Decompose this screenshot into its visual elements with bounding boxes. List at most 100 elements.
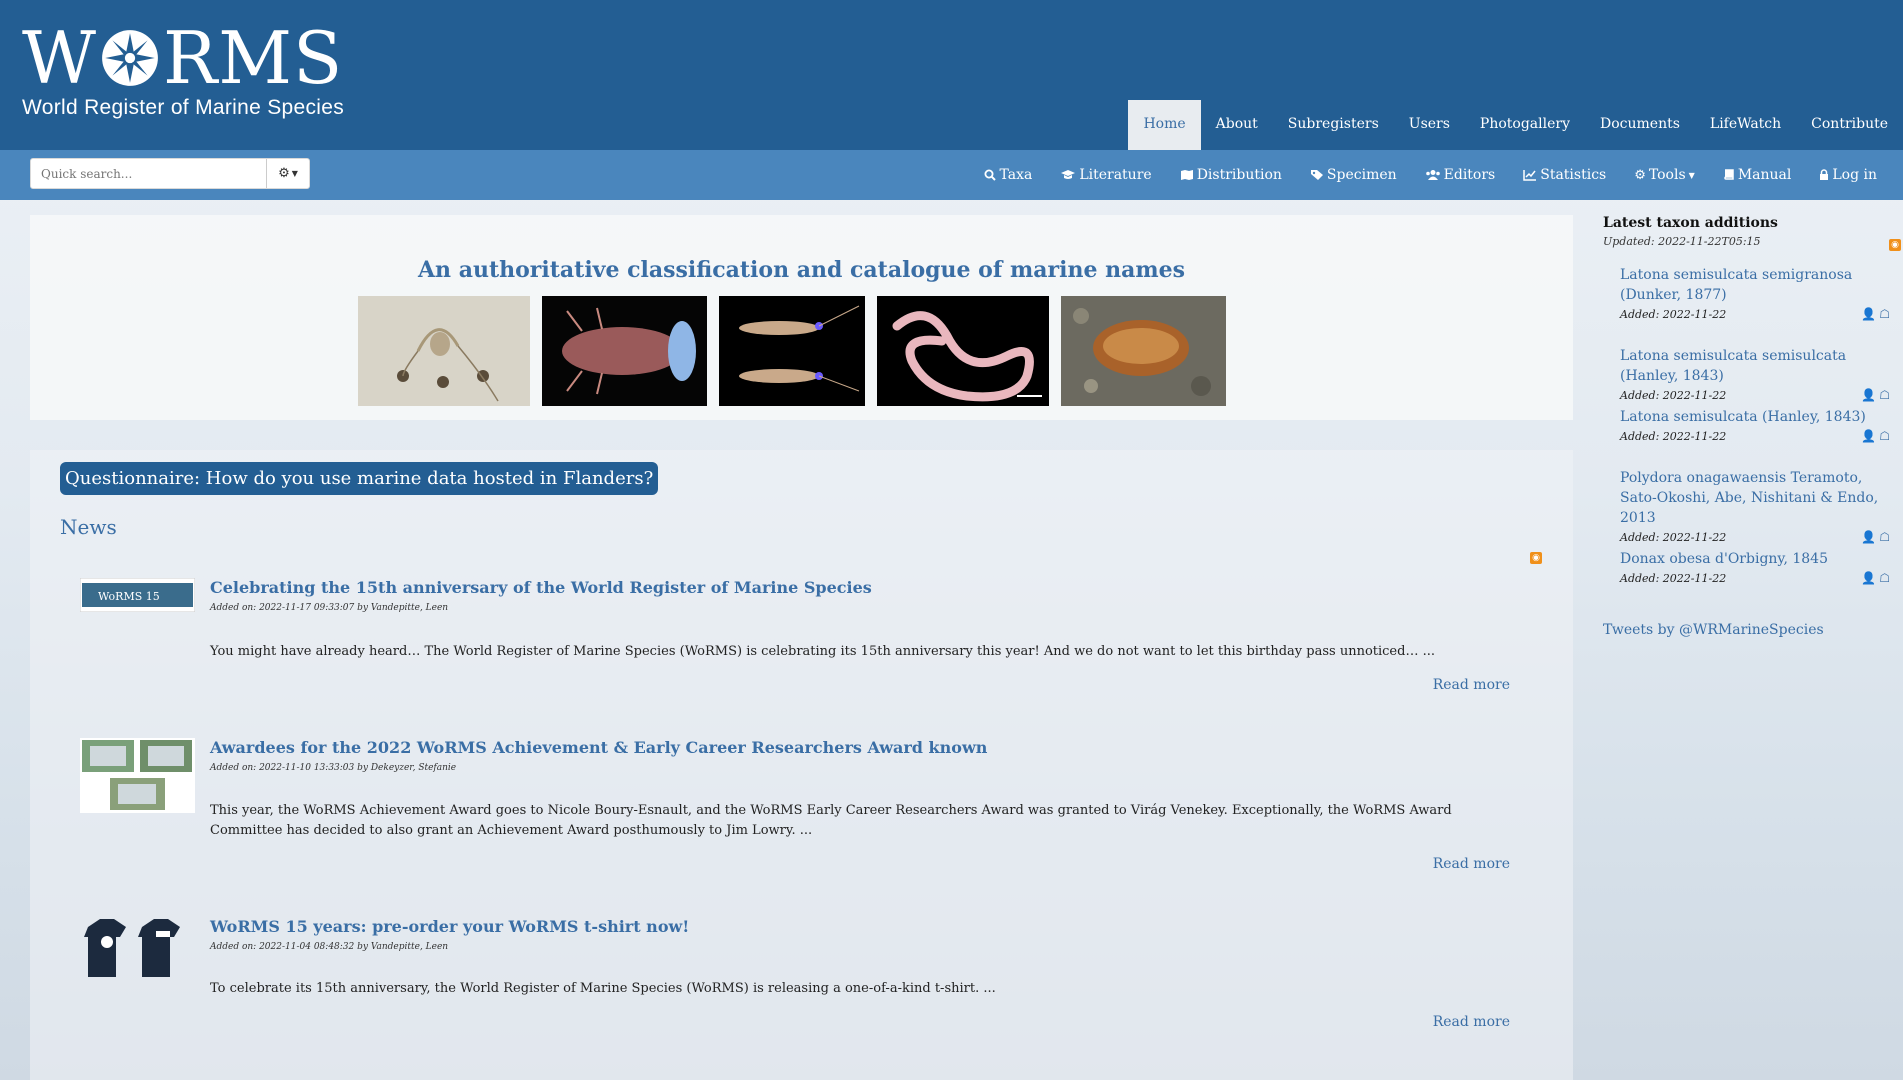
toolbar-taxa[interactable]: Taxa xyxy=(970,167,1046,183)
read-more-link[interactable]: Read more xyxy=(1433,856,1510,872)
search-options-button[interactable]: ⚙ ▼ xyxy=(266,159,309,188)
person-icon[interactable]: 👤 xyxy=(1861,429,1876,443)
taxa-rss-icon[interactable]: ◉ xyxy=(1889,239,1901,251)
taxon-actions: 👤 ☖ xyxy=(1861,429,1890,443)
worms-logo[interactable]: W RMS World Register of Marine Species xyxy=(22,22,344,120)
sitemap-icon[interactable]: ☖ xyxy=(1879,571,1890,585)
toolbar-distribution[interactable]: Distribution xyxy=(1166,167,1296,183)
taxon-link[interactable]: Latona semisulcata semisulcata (Hanley, … xyxy=(1620,346,1890,386)
sidebar-updated: Updated: 2022-11-22T05:15 xyxy=(1603,235,1761,248)
toolbar-specimen[interactable]: Specimen xyxy=(1296,167,1411,183)
logo-wordmark: W RMS xyxy=(22,22,344,94)
taxon-added: Added: 2022-11-22 xyxy=(1620,572,1727,585)
nav-photogallery[interactable]: Photogallery xyxy=(1465,100,1585,150)
news-rss-icon[interactable]: ◉ xyxy=(1530,552,1542,564)
toolbar-tools[interactable]: ⚙ Tools ▼ xyxy=(1620,167,1709,183)
hero-panel: An authoritative classification and cata… xyxy=(30,215,1573,420)
read-more-link[interactable]: Read more xyxy=(1433,677,1510,693)
article-thumbnail[interactable] xyxy=(80,917,195,982)
article-excerpt: To celebrate its 15th anniversary, the W… xyxy=(210,981,996,996)
nav-subregisters[interactable]: Subregisters xyxy=(1273,100,1394,150)
map-icon xyxy=(1180,170,1193,180)
tweets-link[interactable]: Tweets by @WRMarineSpecies xyxy=(1603,622,1824,638)
toolbar-literature-label: Literature xyxy=(1079,167,1152,183)
taxon-actions: 👤 ☖ xyxy=(1861,307,1890,321)
toolbar-literature[interactable]: Literature xyxy=(1046,167,1165,183)
person-icon[interactable]: 👤 xyxy=(1861,530,1876,544)
toolbar-distribution-label: Distribution xyxy=(1196,167,1282,183)
toolbar-login[interactable]: Log in xyxy=(1805,167,1891,183)
toolbar-taxa-label: Taxa xyxy=(999,167,1033,183)
lobster-photo[interactable] xyxy=(542,296,707,406)
news-panel: Questionnaire: How do you use marine dat… xyxy=(30,450,1573,1080)
toolbar-login-label: Log in xyxy=(1832,167,1877,183)
taxon-link[interactable]: Latona semisulcata semigranosa (Dunker, … xyxy=(1620,265,1890,305)
shrimp-photo[interactable] xyxy=(719,296,865,406)
site-header: W RMS World Register of Marine Species H… xyxy=(0,0,1903,150)
taxon-item: Latona semisulcata (Hanley, 1843) Added:… xyxy=(1620,407,1890,443)
article-title[interactable]: Celebrating the 15th anniversary of the … xyxy=(210,578,872,597)
taxon-actions: 👤 ☖ xyxy=(1861,388,1890,402)
toolbar: ⚙▼ Taxa Literature Distribution Specimen… xyxy=(0,150,1903,200)
quick-search: ⚙▼ xyxy=(30,158,310,189)
article-title[interactable]: Awardees for the 2022 WoRMS Achievement … xyxy=(210,738,987,757)
nav-home[interactable]: Home xyxy=(1128,100,1201,150)
search-input[interactable] xyxy=(31,159,266,188)
person-icon[interactable]: 👤 xyxy=(1861,388,1876,402)
nav-about[interactable]: About xyxy=(1201,100,1273,150)
article-meta: Added on: 2022-11-17 09:33:07 by Vandepi… xyxy=(210,603,449,613)
sitemap-icon[interactable]: ☖ xyxy=(1879,429,1890,443)
worm-photo[interactable] xyxy=(877,296,1049,406)
caret-down-icon: ▼ xyxy=(1688,170,1695,180)
caret-down-icon: ▼ xyxy=(291,169,298,178)
person-icon[interactable]: 👤 xyxy=(1861,571,1876,585)
article-meta: Added on: 2022-11-04 08:48:32 by Vandepi… xyxy=(210,942,449,952)
nav-documents[interactable]: Documents xyxy=(1585,100,1695,150)
logo-subtitle: World Register of Marine Species xyxy=(22,96,345,119)
toolbar-statistics-label: Statistics xyxy=(1540,167,1607,183)
nav-contribute[interactable]: Contribute xyxy=(1796,100,1903,150)
taxon-added: Added: 2022-11-22 xyxy=(1620,389,1727,402)
taxon-item: Donax obesa d'Orbigny, 1845 Added: 2022-… xyxy=(1620,549,1890,585)
cogs-icon: ⚙ xyxy=(1634,167,1646,183)
toolbar-editors-label: Editors xyxy=(1443,167,1496,183)
taxon-item: Latona semisulcata semigranosa (Dunker, … xyxy=(1620,265,1890,321)
sitemap-icon[interactable]: ☖ xyxy=(1879,307,1890,321)
nav-users[interactable]: Users xyxy=(1394,100,1465,150)
species-photo-strip xyxy=(358,296,1226,406)
taxon-item: Polydora onagawaensis Teramoto, Sato-Oko… xyxy=(1620,468,1890,544)
taxon-added: Added: 2022-11-22 xyxy=(1620,308,1727,321)
taxon-link[interactable]: Latona semisulcata (Hanley, 1843) xyxy=(1620,407,1890,427)
sitemap-icon[interactable]: ☖ xyxy=(1879,388,1890,402)
book-icon xyxy=(1724,169,1734,180)
questionnaire-banner[interactable]: Questionnaire: How do you use marine dat… xyxy=(60,462,659,495)
person-icon[interactable]: 👤 xyxy=(1861,307,1876,321)
toolbar-statistics[interactable]: Statistics xyxy=(1509,167,1620,183)
article-thumbnail[interactable] xyxy=(80,738,195,813)
sitemap-icon[interactable]: ☖ xyxy=(1879,530,1890,544)
taxon-link[interactable]: Donax obesa d'Orbigny, 1845 xyxy=(1620,549,1890,569)
nav-lifewatch[interactable]: LifeWatch xyxy=(1695,100,1796,150)
sidebar-heading: Latest taxon additions xyxy=(1603,215,1778,231)
toolbar-editors[interactable]: Editors xyxy=(1411,167,1510,183)
toolbar-manual[interactable]: Manual xyxy=(1709,167,1806,183)
taxon-actions: 👤 ☖ xyxy=(1861,530,1890,544)
toolbar-tools-label: Tools xyxy=(1648,167,1686,183)
jellyfish-photo[interactable] xyxy=(358,296,530,406)
search-icon xyxy=(984,169,997,181)
taxon-link[interactable]: Polydora onagawaensis Teramoto, Sato-Oko… xyxy=(1620,468,1890,528)
latest-taxa-sidebar: Latest taxon additions Updated: 2022-11-… xyxy=(1603,215,1901,638)
site-tagline: An authoritative classification and cata… xyxy=(417,257,1186,283)
article-title[interactable]: WoRMS 15 years: pre-order your WoRMS t-s… xyxy=(210,917,689,936)
tag-icon xyxy=(1310,170,1323,180)
toolbar-specimen-label: Specimen xyxy=(1326,167,1397,183)
lock-icon xyxy=(1820,169,1829,180)
read-more-link[interactable]: Read more xyxy=(1433,1014,1510,1030)
starfish-logo-icon xyxy=(102,30,158,86)
article-excerpt: This year, the WoRMS Achievement Award g… xyxy=(210,803,1452,838)
chiton-photo[interactable] xyxy=(1061,296,1226,406)
users-icon xyxy=(1425,170,1440,180)
gear-icon: ⚙ xyxy=(278,166,290,181)
article-thumbnail[interactable]: WoRMS 15 xyxy=(80,578,195,612)
article-excerpt: You might have already heard… The World … xyxy=(210,644,1435,659)
